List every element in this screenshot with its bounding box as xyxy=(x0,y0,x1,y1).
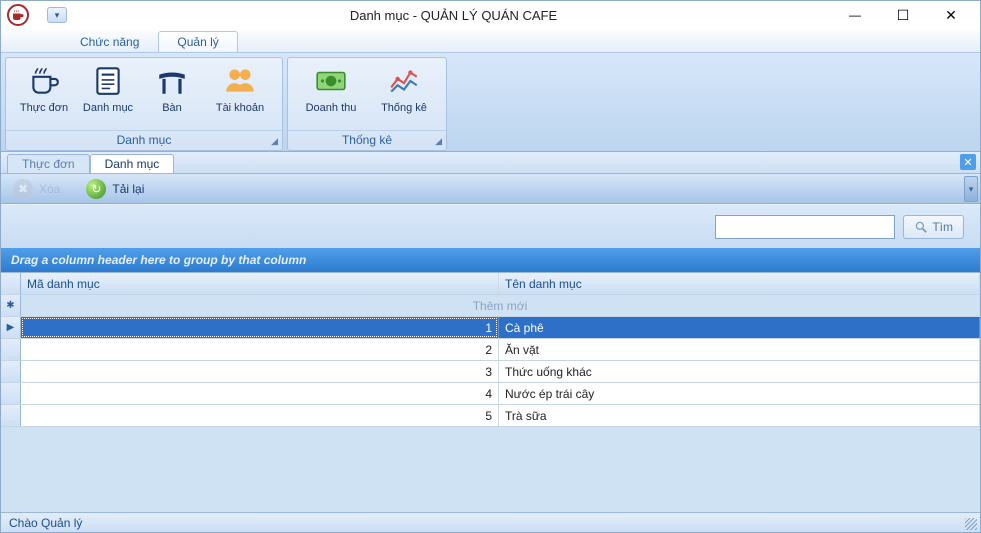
cell-name[interactable]: Nước ép trái cây xyxy=(499,383,980,404)
status-bar: Chào Quản lý xyxy=(1,512,980,532)
table-row[interactable]: 5Trà sữa xyxy=(1,405,980,427)
ribbon-btn-label: Bàn xyxy=(162,102,182,114)
row-indicator xyxy=(1,405,21,426)
content-tab-strip: Thực đơn Danh mục ✕ xyxy=(1,152,980,174)
ribbon-btn-label: Tài khoản xyxy=(216,102,264,114)
window-title: Danh mục - QUẢN LÝ QUÁN CAFE xyxy=(67,8,840,23)
toolbar-btn-label: Tải lại xyxy=(112,182,144,196)
data-grid: Mã danh mục Tên danh mục ✱ Thêm mới ▶1Cà… xyxy=(1,272,980,427)
cell-name[interactable]: Thức uống khác xyxy=(499,361,980,382)
ribbon-btn-label: Thống kê xyxy=(381,102,427,114)
minimize-button[interactable]: — xyxy=(840,5,870,25)
table-row[interactable]: ▶1Cà phê xyxy=(1,317,980,339)
reload-button[interactable]: ↻ Tải lại xyxy=(80,177,150,201)
close-button[interactable]: ✕ xyxy=(936,5,966,25)
ribbon: Thực đơn Danh mục Bàn Tài khoản Danh mục… xyxy=(1,53,980,152)
col-header-name[interactable]: Tên danh mục xyxy=(499,273,980,294)
chart-icon xyxy=(387,64,421,98)
toolbar: ✖ Xóa ↻ Tải lại ▾ xyxy=(1,174,980,204)
table-row[interactable]: 4Nước ép trái cây xyxy=(1,383,980,405)
tab-danhmuc[interactable]: Danh mục xyxy=(90,154,175,173)
table-row[interactable]: 3Thức uống khác xyxy=(1,361,980,383)
cell-id[interactable]: 4 xyxy=(21,383,499,404)
ribbon-group-thongke: Doanh thu Thống kê Thống kê ◢ xyxy=(287,57,447,151)
ribbon-btn-thucdon[interactable]: Thực đơn xyxy=(12,60,76,130)
titlebar: ▾ Danh mục - QUẢN LÝ QUÁN CAFE — ☐ ✕ xyxy=(1,1,980,29)
row-indicator: ▶ xyxy=(1,317,21,338)
maximize-button[interactable]: ☐ xyxy=(888,5,918,25)
ribbon-btn-thongke[interactable]: Thống kê xyxy=(368,60,440,130)
status-text: Chào Quản lý xyxy=(9,516,82,530)
table-row[interactable]: 2Ăn vặt xyxy=(1,339,980,361)
grid-header: Mã danh mục Tên danh mục xyxy=(1,273,980,295)
ribbon-btn-label: Thực đơn xyxy=(20,102,68,114)
ribbon-btn-taikhoan[interactable]: Tài khoản xyxy=(204,60,276,130)
cell-id[interactable]: 3 xyxy=(21,361,499,382)
row-indicator-new: ✱ xyxy=(1,295,21,316)
document-icon xyxy=(91,64,125,98)
ribbon-tab-strip: Chức năng Quản lý xyxy=(1,29,980,53)
ribbon-btn-doanhthu[interactable]: Doanh thu xyxy=(294,60,368,130)
cell-name[interactable]: Ăn vặt xyxy=(499,339,980,360)
resize-grip[interactable] xyxy=(965,518,977,530)
table-icon xyxy=(155,64,189,98)
tab-thucdon[interactable]: Thực đơn xyxy=(7,154,90,173)
cell-name[interactable]: Cà phê xyxy=(499,317,980,338)
reload-icon: ↻ xyxy=(86,179,106,199)
cup-icon xyxy=(27,64,61,98)
toolbar-btn-label: Xóa xyxy=(39,182,60,196)
ribbon-group-label: Danh mục xyxy=(117,133,172,147)
search-input[interactable] xyxy=(715,215,895,239)
money-icon xyxy=(314,64,348,98)
col-header-id[interactable]: Mã danh mục xyxy=(21,273,499,294)
row-indicator-header xyxy=(1,273,21,294)
delete-button: ✖ Xóa xyxy=(7,177,66,201)
group-by-panel[interactable]: Drag a column header here to group by th… xyxy=(1,248,980,272)
ribbon-btn-label: Danh mục xyxy=(83,102,133,114)
ribbon-group-label: Thống kê xyxy=(342,133,392,147)
app-icon xyxy=(7,4,29,26)
search-row: Tìm xyxy=(1,204,980,248)
cell-id[interactable]: 1 xyxy=(21,317,499,338)
cell-id[interactable]: 2 xyxy=(21,339,499,360)
cell-name[interactable]: Trà sữa xyxy=(499,405,980,426)
ribbon-tab-chucnang[interactable]: Chức năng xyxy=(61,31,158,52)
toolbar-overflow[interactable]: ▾ xyxy=(964,176,978,202)
row-indicator xyxy=(1,383,21,404)
search-icon xyxy=(914,220,928,234)
ribbon-btn-danhmuc[interactable]: Danh mục xyxy=(76,60,140,130)
search-button[interactable]: Tìm xyxy=(903,215,964,239)
dialog-launcher-icon[interactable]: ◢ xyxy=(435,136,442,147)
ribbon-btn-label: Doanh thu xyxy=(306,102,357,114)
row-indicator xyxy=(1,339,21,360)
ribbon-group-danhmuc: Thực đơn Danh mục Bàn Tài khoản Danh mục… xyxy=(5,57,283,151)
new-row-placeholder: Thêm mới xyxy=(21,295,980,316)
new-row[interactable]: ✱ Thêm mới xyxy=(1,295,980,317)
users-icon xyxy=(223,64,257,98)
qat-dropdown[interactable]: ▾ xyxy=(47,7,67,23)
dialog-launcher-icon[interactable]: ◢ xyxy=(271,136,278,147)
ribbon-tab-quanly[interactable]: Quản lý xyxy=(158,31,237,52)
delete-icon: ✖ xyxy=(13,179,33,199)
close-tab-button[interactable]: ✕ xyxy=(960,154,976,170)
cell-id[interactable]: 5 xyxy=(21,405,499,426)
ribbon-btn-ban[interactable]: Bàn xyxy=(140,60,204,130)
row-indicator xyxy=(1,361,21,382)
search-btn-label: Tìm xyxy=(932,220,953,234)
